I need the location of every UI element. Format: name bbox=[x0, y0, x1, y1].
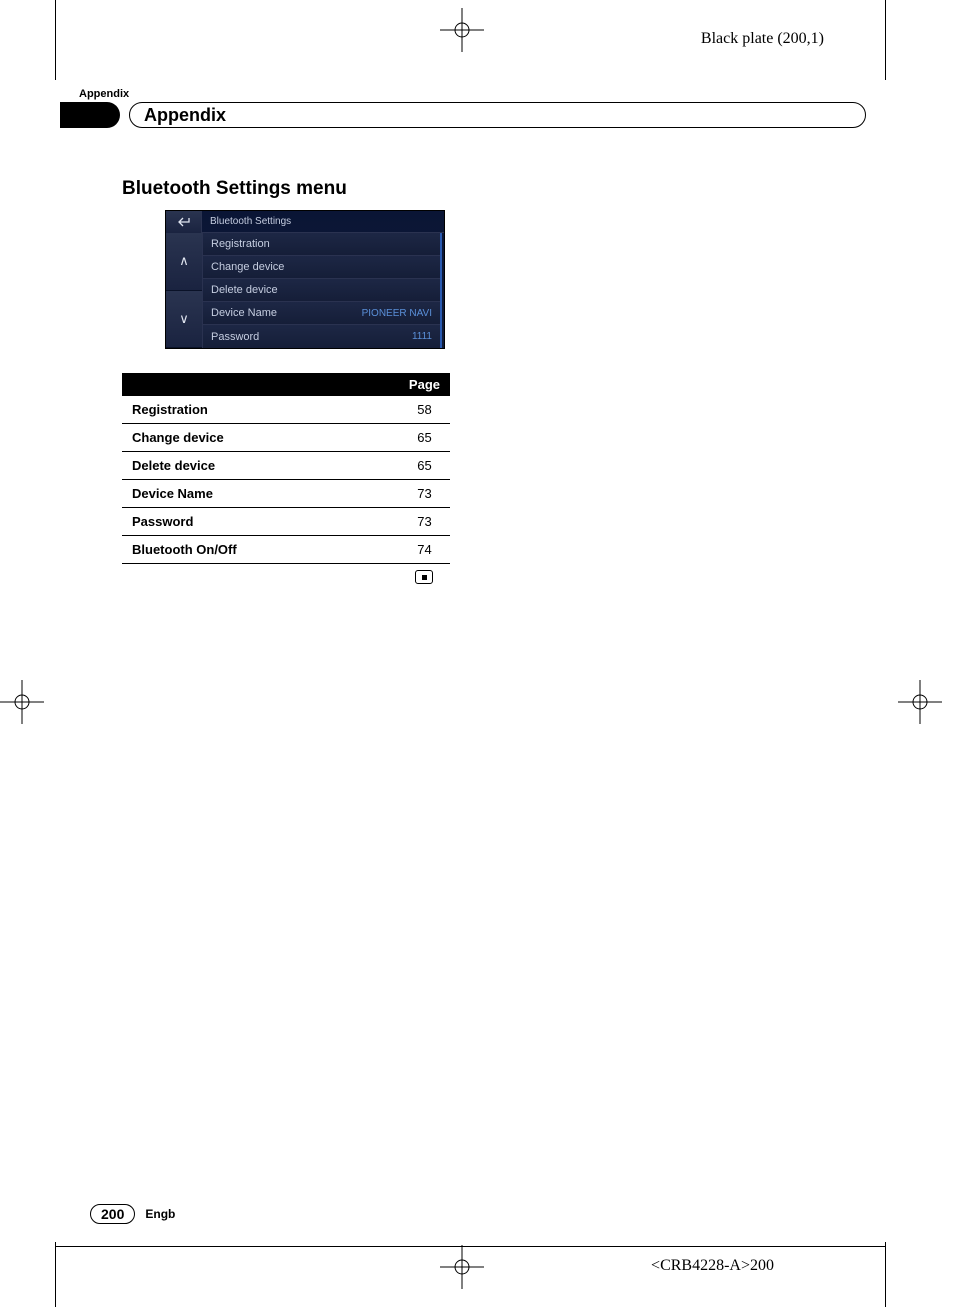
page-number: 200 bbox=[90, 1204, 135, 1224]
crop-mark bbox=[885, 0, 886, 80]
row-page: 65 bbox=[399, 424, 450, 452]
table-row: Device Name 73 bbox=[122, 480, 450, 508]
scroll-down-icon: ∨ bbox=[166, 291, 202, 349]
row-page: 73 bbox=[399, 480, 450, 508]
menu-row-label: Password bbox=[211, 331, 259, 343]
crop-mark bbox=[885, 1242, 886, 1307]
language-label: Engb bbox=[145, 1207, 175, 1221]
page-footer: 200 Engb bbox=[90, 1204, 175, 1224]
bottom-rule bbox=[55, 1246, 886, 1247]
menu-row-label: Registration bbox=[211, 238, 270, 250]
index-table: Page Registration 58 Change device 65 De… bbox=[122, 373, 450, 564]
register-mark-icon bbox=[440, 1245, 484, 1289]
row-name: Password bbox=[122, 508, 399, 536]
row-name: Device Name bbox=[122, 480, 399, 508]
document-code: <CRB4228-A>200 bbox=[651, 1257, 774, 1275]
back-icon bbox=[166, 211, 202, 233]
table-row: Registration 58 bbox=[122, 396, 450, 424]
row-name: Registration bbox=[122, 396, 399, 424]
register-mark-icon bbox=[440, 8, 484, 52]
plate-label: Black plate (200,1) bbox=[701, 30, 824, 48]
row-name: Bluetooth On/Off bbox=[122, 536, 399, 564]
section-header: Appendix bbox=[75, 102, 866, 128]
row-page: 74 bbox=[399, 536, 450, 564]
row-name: Change device bbox=[122, 424, 399, 452]
register-mark-icon bbox=[0, 680, 44, 724]
running-head: Appendix bbox=[79, 88, 866, 100]
section-title: Appendix bbox=[144, 105, 226, 126]
menu-row-value: PIONEER NAVI bbox=[362, 308, 432, 319]
menu-row-label: Delete device bbox=[211, 284, 278, 296]
screenshot-menu-row: Delete device bbox=[203, 279, 440, 302]
menu-heading: Bluetooth Settings menu bbox=[122, 178, 866, 200]
row-page: 65 bbox=[399, 452, 450, 480]
menu-row-value: 1111 bbox=[412, 331, 432, 342]
screenshot-menu-row: Registration bbox=[203, 233, 440, 256]
end-section-icon bbox=[415, 570, 433, 584]
screenshot-menu-row: Password 1111 bbox=[203, 325, 440, 348]
device-screenshot: Bluetooth Settings ∧ ∨ Registration Chan… bbox=[165, 210, 445, 349]
table-row: Bluetooth On/Off 74 bbox=[122, 536, 450, 564]
table-header-empty bbox=[122, 373, 399, 396]
menu-row-label: Change device bbox=[211, 261, 284, 273]
crop-mark bbox=[55, 1242, 56, 1307]
row-page: 73 bbox=[399, 508, 450, 536]
row-name: Delete device bbox=[122, 452, 399, 480]
register-mark-icon bbox=[898, 680, 942, 724]
screenshot-title: Bluetooth Settings bbox=[202, 216, 291, 227]
scroll-up-icon: ∧ bbox=[166, 233, 202, 291]
menu-row-label: Device Name bbox=[211, 307, 277, 319]
row-page: 58 bbox=[399, 396, 450, 424]
table-row: Change device 65 bbox=[122, 424, 450, 452]
table-header-page: Page bbox=[399, 373, 450, 396]
crop-mark bbox=[55, 0, 56, 80]
table-row: Delete device 65 bbox=[122, 452, 450, 480]
table-row: Password 73 bbox=[122, 508, 450, 536]
screenshot-menu-row: Device Name PIONEER NAVI bbox=[203, 302, 440, 325]
screenshot-menu-list: Registration Change device Delete device… bbox=[202, 233, 442, 348]
screenshot-menu-row: Change device bbox=[203, 256, 440, 279]
section-tab bbox=[60, 102, 120, 128]
